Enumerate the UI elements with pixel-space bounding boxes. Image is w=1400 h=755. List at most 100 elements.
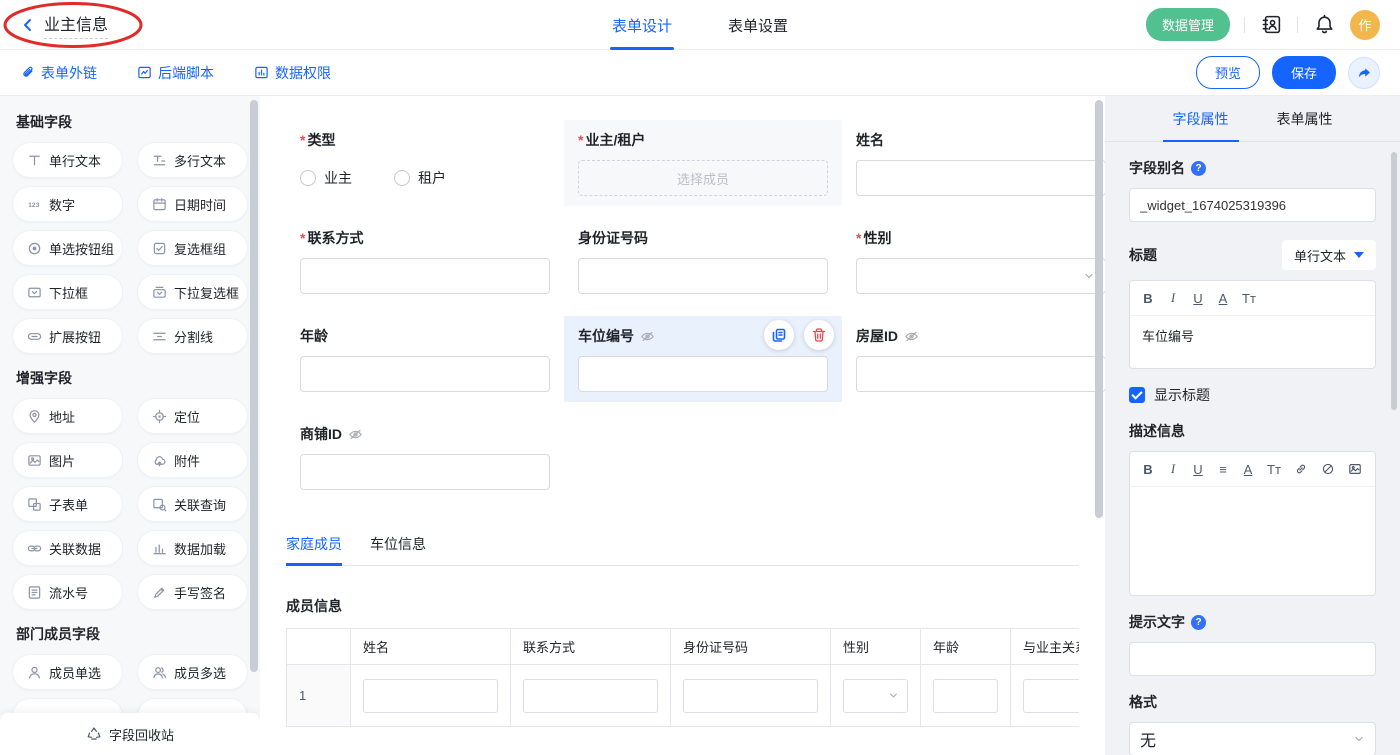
link-icon[interactable] [1294,462,1308,476]
toolbar-link-数据权限[interactable]: 数据权限 [254,63,331,83]
notification-bell-icon[interactable] [1312,13,1336,37]
field-label: 房屋ID [856,326,898,346]
sidebar-item-复选框组[interactable]: 复选框组 [137,230,248,266]
sidebar-item-下拉框[interactable]: 下拉框 [12,274,123,310]
share-button[interactable] [1348,57,1380,89]
save-button[interactable]: 保存 [1272,56,1336,89]
cell-select-性别[interactable] [843,679,908,713]
title-editor-content[interactable]: 车位编号 [1130,316,1375,368]
sidebar-item-下拉复选框[interactable]: 下拉复选框 [137,274,248,310]
description-editor-content[interactable] [1130,487,1375,595]
radio-icon [300,170,316,186]
cell-input-年龄[interactable] [933,679,998,713]
contacts-book-icon[interactable] [1259,13,1283,37]
field-house-id[interactable]: 房屋ID [842,316,1105,402]
underline-icon[interactable]: U [1192,462,1204,477]
parking-no-input[interactable] [578,356,828,392]
sidebar-item-手写签名[interactable]: 手写签名 [137,574,248,610]
preview-button[interactable]: 预览 [1196,56,1260,89]
delete-field-button[interactable] [804,320,834,350]
field-parking-no[interactable]: 车位编号 [564,316,842,402]
field-type[interactable]: *类型 业主 租户 [286,120,564,206]
panel-scrollbar[interactable] [1391,152,1397,410]
unlink-icon[interactable] [1321,462,1335,476]
field-recycle-bin-button[interactable]: 字段回收站 [0,713,260,755]
sidebar-item-分割线[interactable]: 分割线 [137,318,248,354]
cell-input-身份证号码[interactable] [683,679,818,713]
tab-form-properties[interactable]: 表单属性 [1277,96,1333,142]
tab-form-settings[interactable]: 表单设置 [728,0,788,50]
canvas-scrollbar[interactable] [1095,100,1103,518]
field-gender[interactable]: *性别 [842,218,1105,304]
bold-icon[interactable]: B [1142,291,1154,306]
hint-input[interactable] [1129,642,1376,676]
show-title-checkbox[interactable]: 显示标题 [1129,385,1376,405]
field-shop-id[interactable]: 商铺ID [286,414,564,500]
sidebar-item-附件[interactable]: 附件 [137,442,248,478]
sidebar-item-关联数据[interactable]: 关联数据 [12,530,123,566]
font-color-icon[interactable]: A [1242,462,1254,477]
sidebar-item-图片[interactable]: 图片 [12,442,123,478]
sidebar-item-多行文本[interactable]: 多行文本 [137,142,248,178]
sidebar-item-label: 图片 [49,451,75,470]
font-size-icon[interactable]: Tᴛ [1242,291,1256,306]
tab-parking-info[interactable]: 车位信息 [370,534,426,565]
sidebar-item-定位[interactable]: 定位 [137,398,248,434]
italic-icon[interactable]: I [1167,461,1179,477]
field-contact[interactable]: *联系方式 [286,218,564,304]
data-manage-button[interactable]: 数据管理 [1146,8,1230,41]
insert-image-icon[interactable] [1348,462,1362,476]
field-age[interactable]: 年龄 [286,316,564,402]
sidebar-item-子表单[interactable]: 子表单 [12,486,123,522]
radio-option-owner[interactable]: 业主 [300,168,352,188]
cell-input-与业主关系[interactable] [1023,679,1079,713]
radio-option-tenant[interactable]: 租户 [394,168,446,188]
sidebar-item-流水号[interactable]: 流水号 [12,574,123,610]
tab-form-design[interactable]: 表单设计 [612,0,672,50]
cell-input-姓名[interactable] [363,679,498,713]
member-picker[interactable]: 选择成员 [578,160,828,196]
id-number-input[interactable] [578,258,828,294]
bold-icon[interactable]: B [1142,462,1154,477]
field-alias-input[interactable] [1129,188,1376,222]
sidebar-item-数字[interactable]: 123数字 [12,186,123,222]
sidebar-item-成员多选[interactable]: 成员多选 [137,654,248,690]
font-size-icon[interactable]: Tᴛ [1267,462,1281,477]
copy-field-button[interactable] [764,320,794,350]
align-icon[interactable]: ≡ [1217,462,1229,477]
italic-icon[interactable]: I [1167,290,1179,306]
sidebar-item-地址[interactable]: 地址 [12,398,123,434]
shop-id-input[interactable] [300,454,550,490]
tab-family-members[interactable]: 家庭成员 [286,534,342,565]
tab-field-properties[interactable]: 字段属性 [1173,96,1229,142]
form-link-icon [20,65,35,80]
house-id-input[interactable] [856,356,1105,392]
sidebar-item-单选按钮组[interactable]: 单选按钮组 [12,230,123,266]
contact-input[interactable] [300,258,550,294]
underline-icon[interactable]: U [1192,291,1204,306]
back-button[interactable]: 业主信息 [20,11,108,39]
sidebar-item-日期时间[interactable]: 日期时间 [137,186,248,222]
gender-select[interactable] [856,258,1105,294]
user-avatar[interactable]: 作 [1350,10,1380,40]
field-name[interactable]: 姓名 [842,120,1105,206]
sidebar-item-单行文本[interactable]: 单行文本 [12,142,123,178]
format-select[interactable]: 无 [1129,722,1376,755]
font-color-icon[interactable]: A [1217,291,1229,306]
cell-input-联系方式[interactable] [523,679,658,713]
field-type-dropdown[interactable]: 单行文本 [1282,240,1376,270]
toolbar-link-后端脚本[interactable]: 后端脚本 [137,63,214,83]
sidebar-item-数据加载[interactable]: 数据加载 [137,530,248,566]
help-icon[interactable]: ? [1191,161,1206,176]
field-owner-tenant[interactable]: *业主/租户 选择成员 [564,120,842,206]
sidebar-scrollbar[interactable] [250,100,258,672]
sidebar-item-成员单选[interactable]: 成员单选 [12,654,123,690]
help-icon[interactable]: ? [1191,615,1206,630]
age-input[interactable] [300,356,550,392]
top-header: 业主信息 表单设计 表单设置 数据管理 作 [0,0,1400,50]
sidebar-item-关联查询[interactable]: 关联查询 [137,486,248,522]
field-id-number[interactable]: 身份证号码 [564,218,842,304]
toolbar-link-表单外链[interactable]: 表单外链 [20,63,97,83]
name-input[interactable] [856,160,1105,196]
sidebar-item-扩展按钮[interactable]: 扩展按钮 [12,318,123,354]
